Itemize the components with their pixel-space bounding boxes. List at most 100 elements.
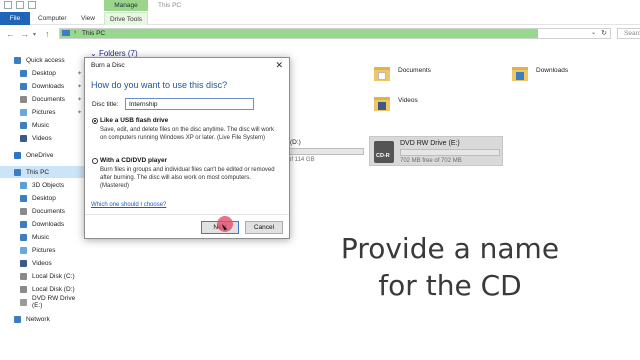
manage-contextual-tab[interactable]: Manage bbox=[104, 0, 148, 11]
sidebar-item[interactable]: Music bbox=[0, 119, 86, 131]
tab-computer[interactable]: Computer bbox=[38, 12, 67, 25]
dialog-title: Burn a Disc bbox=[91, 62, 125, 69]
sidebar-item[interactable]: Quick access bbox=[0, 54, 86, 66]
sidebar-item-label: Desktop bbox=[32, 69, 56, 77]
breadcrumb-separator-icon: › bbox=[74, 29, 77, 36]
disc-title-input[interactable] bbox=[125, 98, 254, 110]
download-icon bbox=[20, 220, 27, 228]
drive-tile-dvd[interactable]: CD-R DVD RW Drive (E:) 702 MB free of 70… bbox=[369, 136, 503, 166]
sidebar-item-label: Pictures bbox=[32, 108, 56, 116]
folder-documents[interactable]: Documents bbox=[374, 67, 431, 81]
pin-icon[interactable]: ✦ bbox=[77, 109, 82, 116]
sidebar-item-label: This PC bbox=[26, 168, 50, 176]
sidebar-item[interactable]: Pictures bbox=[0, 244, 86, 256]
usb-flash-radio[interactable] bbox=[92, 118, 98, 124]
folder-app-icon[interactable] bbox=[4, 1, 12, 9]
sidebar-item[interactable]: Music bbox=[0, 231, 86, 243]
folder-label: Videos bbox=[398, 97, 418, 104]
desktop-icon bbox=[20, 194, 27, 202]
close-icon[interactable]: ✕ bbox=[275, 60, 283, 71]
forward-arrow-icon[interactable]: → bbox=[20, 29, 29, 39]
tab-view[interactable]: View bbox=[81, 12, 95, 25]
address-progress-fill bbox=[60, 29, 538, 38]
disc-icon bbox=[20, 298, 27, 306]
usb-flash-option-title[interactable]: Like a USB flash drive bbox=[100, 117, 168, 124]
caption-line-2: for the CD bbox=[378, 269, 522, 302]
sidebar-item-label: Quick access bbox=[26, 56, 65, 64]
sidebar-item[interactable]: Network bbox=[0, 313, 86, 325]
burn-disc-dialog: Burn a Disc ✕ How do you want to use thi… bbox=[84, 57, 290, 239]
pictures-icon bbox=[20, 108, 27, 116]
address-bar[interactable]: › This PC ⌄ ↻ bbox=[59, 28, 611, 39]
address-row: ← → ▾ ↑ › This PC ⌄ ↻ Searc bbox=[0, 26, 640, 42]
ribbon: File Computer View Drive Tools bbox=[0, 12, 640, 25]
download-icon bbox=[20, 82, 27, 90]
music-icon bbox=[20, 233, 27, 241]
sidebar-item[interactable]: Downloads bbox=[0, 218, 86, 230]
sidebar-item[interactable]: OneDrive bbox=[0, 149, 86, 161]
sidebar-item[interactable]: 3D Objects bbox=[0, 179, 86, 191]
recent-locations-chevron-icon[interactable]: ▾ bbox=[33, 31, 36, 38]
sidebar-item[interactable]: Documents ✦ bbox=[0, 93, 86, 105]
downloads-folder-icon bbox=[512, 67, 528, 81]
sidebar-item-label: Documents bbox=[32, 207, 65, 215]
sidebar-item[interactable]: This PC bbox=[0, 166, 86, 178]
music-icon bbox=[20, 121, 27, 129]
sidebar-item[interactable]: Downloads ✦ bbox=[0, 80, 86, 92]
cancel-button[interactable]: Cancel bbox=[245, 221, 283, 234]
cd-dvd-player-option-title[interactable]: With a CD/DVD player bbox=[100, 157, 167, 164]
drive-name: DVD RW Drive (E:) bbox=[400, 140, 460, 147]
search-input[interactable]: Searc bbox=[617, 28, 640, 39]
cube-icon bbox=[20, 181, 27, 189]
sidebar-item-label: Local Disk (D:) bbox=[32, 285, 75, 293]
sidebar-item[interactable]: Desktop ✦ bbox=[0, 67, 86, 79]
address-dropdown-chevron-icon[interactable]: ⌄ bbox=[591, 29, 596, 36]
folder-downloads[interactable]: Downloads bbox=[512, 67, 568, 81]
pin-icon[interactable]: ✦ bbox=[77, 96, 82, 103]
videos-icon bbox=[20, 134, 27, 142]
documents-icon bbox=[20, 95, 27, 103]
dialog-heading: How do you want to use this disc? bbox=[91, 80, 228, 90]
disc-title-label: Disc title: bbox=[92, 101, 119, 108]
sidebar-item[interactable]: DVD RW Drive (E:) bbox=[0, 295, 86, 309]
sidebar-item-label: DVD RW Drive (E:) bbox=[32, 295, 76, 309]
sidebar-item[interactable]: Videos bbox=[0, 257, 86, 269]
sidebar-item-label: OneDrive bbox=[26, 151, 54, 159]
help-link[interactable]: Which one should I choose? bbox=[91, 202, 166, 208]
up-arrow-icon[interactable]: ↑ bbox=[45, 29, 50, 39]
sidebar-item[interactable]: Documents bbox=[0, 205, 86, 217]
sidebar-item-label: Network bbox=[26, 315, 50, 323]
quick-access-toolbar bbox=[4, 1, 36, 9]
window-title: This PC bbox=[158, 2, 182, 9]
sidebar-item-label: Desktop bbox=[32, 194, 56, 202]
cd-dvd-player-option-description: Burn files in groups and individual file… bbox=[100, 167, 275, 189]
sidebar-item-label: Pictures bbox=[32, 246, 56, 254]
sidebar-item[interactable]: Videos bbox=[0, 132, 86, 144]
sidebar-item[interactable]: Local Disk (D:) bbox=[0, 283, 86, 295]
drive-d-label[interactable]: (D:) bbox=[290, 139, 301, 146]
navigation-pane: Quick access Desktop ✦ Downloads ✦ Documents ✦… bbox=[0, 50, 86, 360]
tab-file[interactable]: File bbox=[0, 12, 30, 25]
pin-icon[interactable]: ✦ bbox=[77, 70, 82, 77]
refresh-icon[interactable]: ↻ bbox=[601, 29, 607, 37]
pin-icon[interactable]: ✦ bbox=[77, 83, 82, 90]
sidebar-item[interactable]: Pictures ✦ bbox=[0, 106, 86, 118]
videos-icon bbox=[20, 259, 27, 267]
properties-icon[interactable] bbox=[16, 1, 24, 9]
tutorial-caption: Provide a name for the CD bbox=[300, 230, 600, 304]
back-arrow-icon[interactable]: ← bbox=[6, 29, 15, 39]
new-folder-icon[interactable] bbox=[28, 1, 36, 9]
cd-dvd-player-radio[interactable] bbox=[92, 158, 98, 164]
sidebar-item[interactable]: Desktop bbox=[0, 192, 86, 204]
folder-videos[interactable]: Videos bbox=[374, 97, 418, 111]
sidebar-item-label: Videos bbox=[32, 259, 52, 267]
sidebar-item-label: Downloads bbox=[32, 82, 65, 90]
pc-icon bbox=[62, 30, 70, 36]
drive-icon bbox=[20, 272, 27, 280]
tab-drive-tools[interactable]: Drive Tools bbox=[104, 12, 148, 25]
sidebar-item[interactable]: Local Disk (C:) bbox=[0, 270, 86, 282]
disc-badge: CD-R bbox=[376, 153, 390, 159]
breadcrumb[interactable]: This PC bbox=[82, 30, 105, 37]
documents-icon bbox=[20, 207, 27, 215]
sidebar-item-label: Videos bbox=[32, 134, 52, 142]
